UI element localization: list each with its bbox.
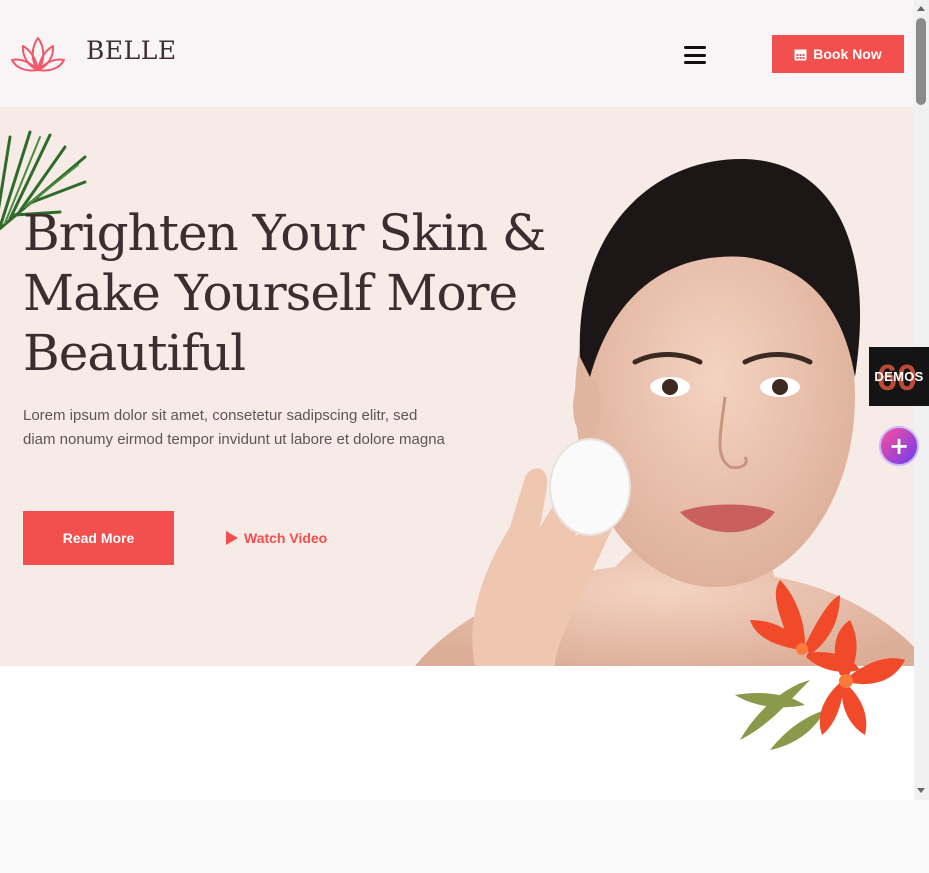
- scroll-thumb[interactable]: [916, 18, 926, 105]
- demos-widget[interactable]: 60 DEMOS: [869, 347, 929, 406]
- calendar-icon: [794, 49, 807, 60]
- read-more-button[interactable]: Read More: [23, 511, 174, 565]
- site-header: BELLE Book Now: [0, 0, 914, 107]
- scroll-down-arrow-icon[interactable]: [917, 788, 925, 793]
- watch-video-label: Watch Video: [244, 530, 328, 546]
- play-icon: [226, 531, 238, 545]
- hamburger-icon[interactable]: [684, 46, 706, 64]
- plus-button[interactable]: +: [879, 426, 919, 466]
- hero-description: Lorem ipsum dolor sit amet, consetetur s…: [23, 407, 445, 448]
- lotus-icon[interactable]: [10, 34, 66, 74]
- brand-name[interactable]: BELLE: [86, 36, 177, 65]
- book-now-button[interactable]: Book Now: [772, 35, 904, 73]
- watch-video-link[interactable]: Watch Video: [226, 527, 327, 549]
- book-now-label: Book Now: [813, 46, 882, 62]
- lily-flower-image: [735, 580, 905, 750]
- demos-label: DEMOS: [874, 369, 924, 384]
- page: BELLE Book Now Brighten Your Skin & Make…: [0, 0, 914, 800]
- scroll-up-arrow-icon[interactable]: [917, 6, 925, 11]
